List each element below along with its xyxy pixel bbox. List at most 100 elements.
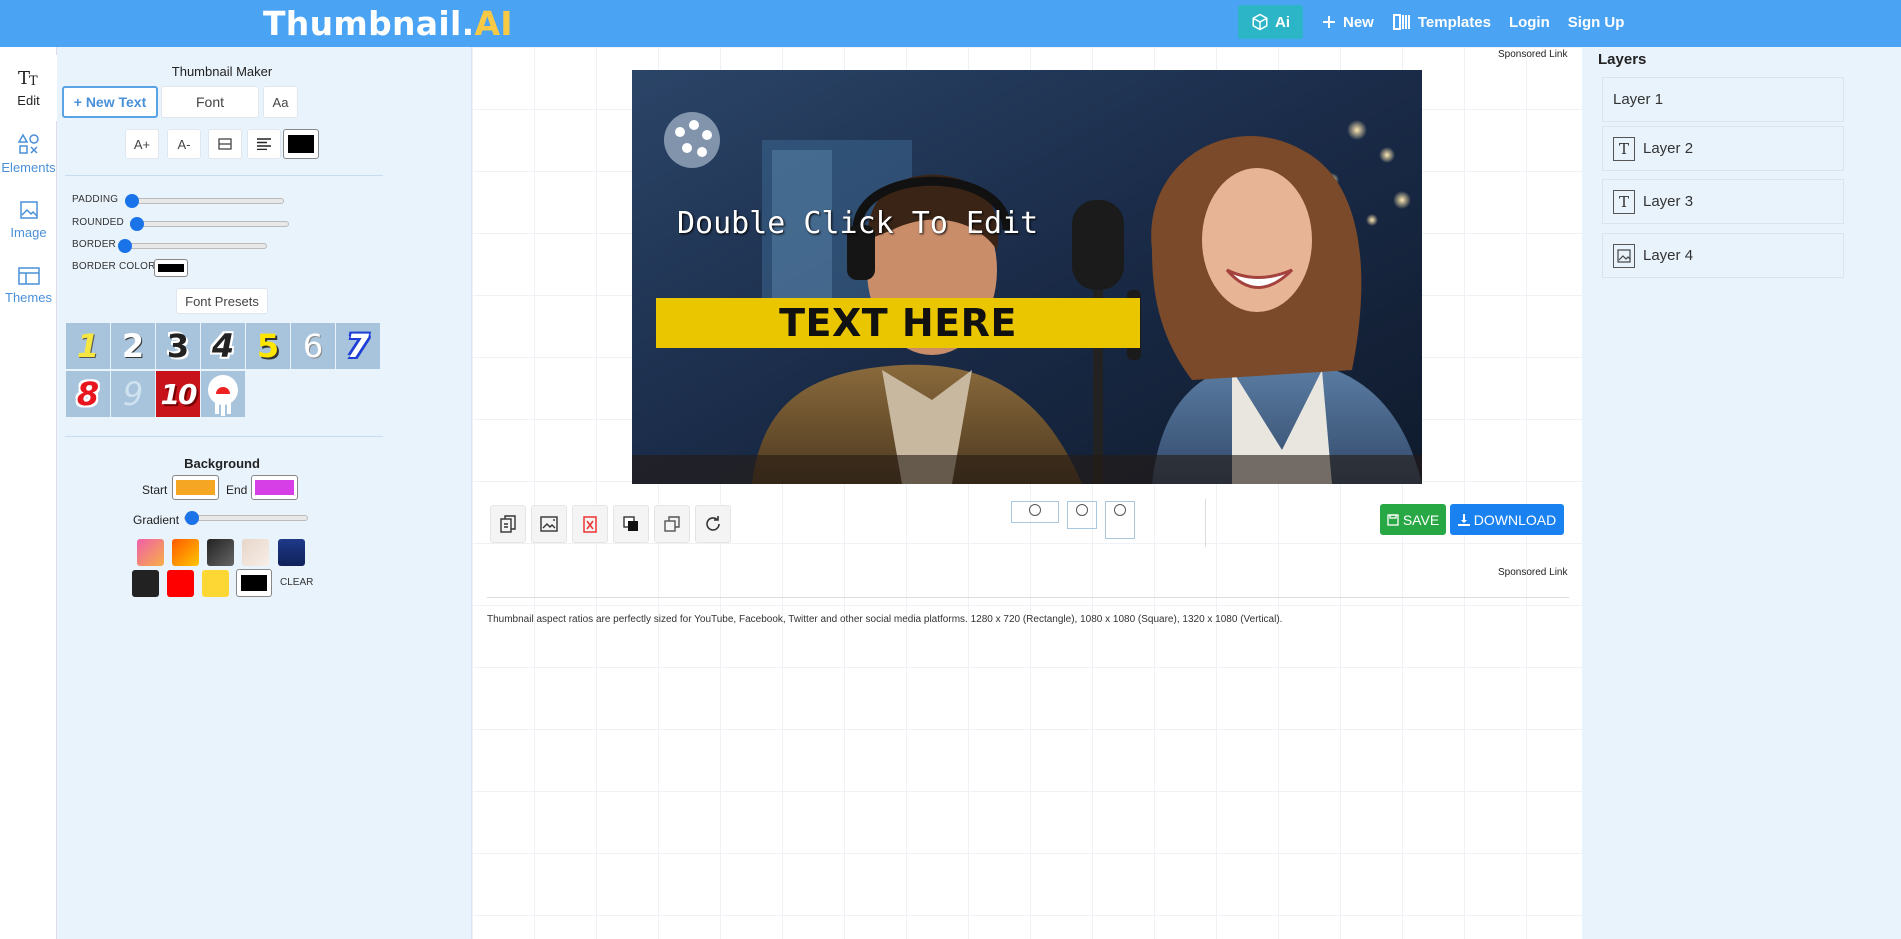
signup-link[interactable]: Sign Up bbox=[1568, 14, 1625, 31]
border-label: BORDER bbox=[72, 239, 116, 250]
color-swatch-black[interactable] bbox=[132, 570, 159, 597]
image-layer-icon bbox=[1613, 243, 1635, 268]
font-preset-8[interactable]: 8 bbox=[66, 371, 110, 417]
ratio-square[interactable] bbox=[1067, 501, 1097, 529]
color-swatch-yellow[interactable] bbox=[202, 570, 229, 597]
theme-swatch-pink[interactable] bbox=[137, 539, 164, 566]
align-left-button[interactable] bbox=[247, 129, 281, 159]
font-preset-10[interactable]: 10 bbox=[156, 371, 200, 417]
rail-edit[interactable]: TT Edit bbox=[0, 55, 57, 121]
slider-knob[interactable] bbox=[130, 217, 144, 231]
slider-knob[interactable] bbox=[118, 239, 132, 253]
gradient-slider[interactable] bbox=[184, 511, 308, 525]
bring-forward-tool[interactable] bbox=[654, 505, 690, 543]
rail-elements[interactable]: Elements bbox=[0, 121, 57, 187]
replace-image-tool[interactable] bbox=[531, 505, 567, 543]
preset-11-glyph bbox=[208, 375, 238, 416]
ratio-vertical[interactable] bbox=[1105, 501, 1135, 539]
padding-label: PADDING bbox=[72, 194, 119, 205]
font-preset-1[interactable]: 1 bbox=[66, 323, 110, 369]
rail-themes[interactable]: Themes bbox=[0, 253, 57, 319]
banner-text-box[interactable]: TEXT HERE bbox=[656, 298, 1140, 348]
ratio-rectangle[interactable] bbox=[1011, 501, 1059, 523]
brand-logo[interactable]: Thumbnail.AI bbox=[263, 4, 513, 43]
theme-swatch-sand[interactable] bbox=[242, 539, 269, 566]
login-link[interactable]: Login bbox=[1509, 14, 1550, 31]
send-backward-tool[interactable] bbox=[613, 505, 649, 543]
divider bbox=[65, 175, 383, 176]
toolbar-divider bbox=[1205, 499, 1206, 547]
gradient-end-picker[interactable] bbox=[251, 475, 298, 500]
theme-swatch-charcoal[interactable] bbox=[207, 539, 234, 566]
footer-divider bbox=[487, 597, 1569, 598]
gradient-end-swatch bbox=[255, 480, 294, 495]
font-preset-7[interactable]: 7 bbox=[336, 323, 380, 369]
layers-panel: Layers Layer 1 T Layer 2 T Layer 3 Layer… bbox=[1582, 47, 1901, 939]
font-increase-button[interactable]: A+ bbox=[125, 129, 159, 159]
save-button[interactable]: SAVE bbox=[1380, 504, 1446, 535]
font-preset-4[interactable]: 4 bbox=[201, 323, 245, 369]
aspect-ratio-note: Thumbnail aspect ratios are perfectly si… bbox=[487, 614, 1283, 625]
text-tt-icon: TT bbox=[18, 68, 38, 88]
cube-icon bbox=[1252, 13, 1268, 31]
border-slider[interactable] bbox=[118, 239, 267, 253]
font-presets-button[interactable]: Font Presets bbox=[176, 288, 268, 314]
radio-icon bbox=[1076, 504, 1088, 516]
layout-icon bbox=[17, 267, 40, 285]
reset-tool[interactable] bbox=[695, 505, 731, 543]
edit-panel: Thumbnail Maker + New Text Font Aa A+ A-… bbox=[57, 47, 472, 939]
podcast-photo bbox=[632, 70, 1422, 484]
font-select[interactable]: Font bbox=[161, 86, 259, 118]
left-rail: TT Edit Elements Image Themes bbox=[0, 47, 57, 939]
thumbnail-canvas[interactable]: Double Click To Edit TEXT HERE bbox=[632, 70, 1422, 484]
custom-color-picker[interactable] bbox=[236, 569, 272, 597]
font-decrease-button[interactable]: A- bbox=[167, 129, 201, 159]
workspace: Sponsored Link Double Click To Edit TEXT… bbox=[472, 47, 1582, 939]
ai-button[interactable]: Ai bbox=[1238, 5, 1303, 39]
copy-icon bbox=[500, 515, 516, 533]
clear-button[interactable]: CLEAR bbox=[280, 577, 313, 588]
font-preset-3[interactable]: 3 bbox=[156, 323, 200, 369]
theme-swatch-orange[interactable] bbox=[172, 539, 199, 566]
font-preset-11[interactable] bbox=[201, 371, 245, 417]
theme-swatch-navy[interactable] bbox=[278, 539, 305, 566]
rounded-label: ROUNDED bbox=[72, 217, 124, 228]
shapes-icon bbox=[17, 133, 39, 154]
editable-text[interactable]: Double Click To Edit bbox=[677, 206, 1038, 241]
align-center-button[interactable] bbox=[208, 129, 242, 159]
layers-title: Layers bbox=[1598, 51, 1647, 68]
font-preset-9[interactable]: 9 bbox=[111, 371, 155, 417]
rail-image[interactable]: Image bbox=[0, 187, 57, 253]
sponsored-link-bottom[interactable]: Sponsored Link bbox=[1498, 567, 1568, 578]
image-icon bbox=[19, 201, 38, 219]
layer-item-4[interactable]: Layer 4 bbox=[1602, 233, 1844, 278]
font-preset-2[interactable]: 2 bbox=[111, 323, 155, 369]
slider-knob[interactable] bbox=[185, 511, 199, 525]
gradient-start-picker[interactable] bbox=[172, 475, 219, 500]
text-color-button[interactable] bbox=[283, 129, 319, 159]
rounded-slider[interactable] bbox=[130, 217, 289, 231]
new-text-button[interactable]: + New Text bbox=[62, 86, 158, 118]
gradient-start-swatch bbox=[176, 480, 215, 495]
download-button[interactable]: DOWNLOAD bbox=[1450, 504, 1564, 535]
new-link[interactable]: New bbox=[1321, 14, 1374, 31]
slider-knob[interactable] bbox=[125, 194, 139, 208]
gradient-end-label: End bbox=[226, 483, 248, 497]
layer-item-2[interactable]: T Layer 2 bbox=[1602, 126, 1844, 171]
layer-item-1[interactable]: Layer 1 bbox=[1602, 77, 1844, 122]
color-swatch-red[interactable] bbox=[167, 570, 194, 597]
border-color-label: BORDER COLOR bbox=[72, 261, 156, 272]
layer-item-3[interactable]: T Layer 3 bbox=[1602, 179, 1844, 224]
radio-icon bbox=[1029, 504, 1041, 516]
duplicate-tool[interactable] bbox=[490, 505, 526, 543]
font-preset-6[interactable]: 6 bbox=[291, 323, 335, 369]
delete-tool[interactable] bbox=[572, 505, 608, 543]
font-preset-5[interactable]: 5 bbox=[246, 323, 290, 369]
delete-icon bbox=[583, 516, 597, 533]
padding-slider[interactable] bbox=[125, 194, 284, 208]
templates-link[interactable]: Templates bbox=[1392, 12, 1491, 32]
floppy-icon bbox=[1387, 513, 1399, 526]
text-case-button[interactable]: Aa bbox=[263, 86, 298, 118]
sponsored-link-top[interactable]: Sponsored Link bbox=[1498, 49, 1568, 60]
border-color-button[interactable] bbox=[154, 259, 188, 277]
